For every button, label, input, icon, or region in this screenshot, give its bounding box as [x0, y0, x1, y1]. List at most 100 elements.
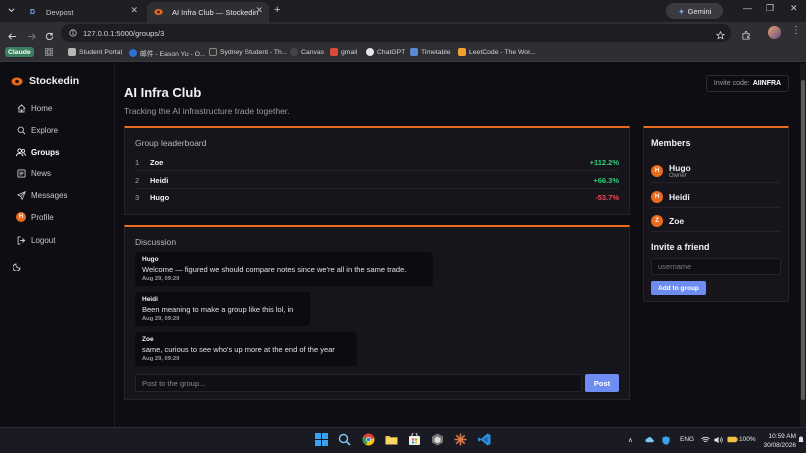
leaderboard-rank: 3: [135, 193, 140, 202]
stockedin-favicon-icon: [153, 7, 164, 18]
message-author: Zoe: [142, 336, 154, 343]
tab-ai-infra-club[interactable]: AI Infra Club — Stockedin ✕: [147, 2, 269, 22]
wifi-icon[interactable]: [701, 436, 710, 446]
file-explorer-icon[interactable]: [385, 433, 398, 446]
apps-grid-icon[interactable]: [45, 48, 53, 56]
bookmark-student-portal[interactable]: Student Portal: [68, 48, 122, 56]
tab-title: AI Infra Club — Stockedin: [172, 7, 259, 17]
browser-profile-avatar[interactable]: [768, 26, 781, 39]
username-input[interactable]: [651, 258, 781, 275]
sidebar-item-profile[interactable]: H Profile: [16, 212, 54, 222]
sidebar-item-home[interactable]: Home: [16, 103, 52, 113]
bookmark-email[interactable]: 邮件 - Eason Yu - O...: [129, 48, 206, 58]
member-name: Heidi: [669, 191, 690, 202]
close-window-button[interactable]: ✕: [790, 3, 798, 14]
gemini-button[interactable]: Gemini: [666, 3, 723, 19]
tab-close-icon[interactable]: ✕: [130, 5, 138, 16]
bookmark-label: 邮件 - Eason Yu - O...: [140, 51, 206, 58]
message-text: Welcome — figured we should compare note…: [142, 265, 407, 274]
moon-icon[interactable]: [13, 262, 22, 271]
bookmark-star-icon[interactable]: [715, 27, 726, 45]
leaderboard-name: Zoe: [150, 157, 164, 167]
language-indicator[interactable]: ENG: [680, 436, 694, 443]
url-text: 127.0.0.1:5000/groups/3: [83, 28, 165, 38]
page-subtitle: Tracking the AI infrastructure trade tog…: [124, 106, 290, 116]
member-item[interactable]: H Heidi: [651, 186, 781, 208]
bookmark-canvas[interactable]: Canvas: [290, 48, 324, 56]
sidebar-item-label: News: [31, 168, 52, 178]
bookmark-sydney-student[interactable]: Sydney Student - Th...: [209, 48, 288, 56]
bookmark-favicon-icon: [129, 49, 137, 57]
minimize-button[interactable]: —: [743, 3, 752, 13]
sidebar-item-news[interactable]: News: [16, 168, 51, 178]
extensions-icon[interactable]: [742, 27, 751, 45]
message-text: same, curious to see who's up more at th…: [142, 345, 335, 354]
leaderboard-row: 2 Heidi +66.3%: [135, 172, 619, 189]
member-item[interactable]: Z Zoe: [651, 210, 781, 232]
add-to-group-button[interactable]: Add to group: [651, 281, 706, 295]
member-name: Zoe: [669, 215, 685, 226]
sidebar-item-groups[interactable]: Groups: [16, 147, 59, 157]
clock-date: 30/08/2026: [763, 442, 796, 449]
tab-devpost[interactable]: D Devpost ✕: [22, 2, 144, 22]
windows-start-icon[interactable]: [315, 433, 328, 446]
sidebar-item-label: Groups: [31, 147, 60, 157]
leaderboard-rank: 1: [135, 157, 140, 167]
bookmark-favicon-icon: [410, 48, 418, 56]
invite-friend-title: Invite a friend: [651, 242, 710, 252]
app-icon[interactable]: [431, 433, 444, 446]
sidebar-item-messages[interactable]: Messages: [16, 190, 67, 200]
search-icon[interactable]: [338, 433, 351, 446]
leaderboard-rank: 2: [135, 175, 140, 185]
message-text: Been meaning to make a group like this l…: [142, 305, 294, 314]
gemini-label: Gemini: [687, 6, 712, 16]
invite-code-badge[interactable]: Invite code: AIINFRA: [706, 75, 789, 92]
battery-icon[interactable]: [727, 436, 738, 445]
message-time: Aug 29, 09:29: [142, 276, 180, 282]
leaderboard-row: 3 Hugo -53.7%: [135, 189, 619, 206]
browser-menu-icon[interactable]: ⋮: [791, 25, 801, 36]
tab-search-icon[interactable]: [7, 6, 16, 15]
bookmark-gmail[interactable]: gmail: [330, 48, 357, 56]
sidebar: [0, 63, 115, 427]
new-tab-button[interactable]: +: [274, 4, 280, 16]
maximize-button[interactable]: ❐: [766, 3, 774, 14]
chrome-icon[interactable]: [362, 433, 375, 446]
bookmark-leetcode[interactable]: LeetCode - The Wor...: [458, 48, 536, 56]
message-author: Heidi: [142, 296, 158, 303]
sidebar-item-explore[interactable]: Explore: [16, 125, 58, 135]
site-info-icon[interactable]: [69, 29, 77, 37]
cloud-icon[interactable]: [645, 436, 654, 445]
store-icon[interactable]: [408, 432, 421, 446]
vscode-icon[interactable]: [478, 433, 491, 446]
invite-code-value: AIINFRA: [752, 80, 782, 87]
bookmark-chatgpt[interactable]: ChatGPT: [366, 48, 405, 56]
address-bar[interactable]: 127.0.0.1:5000/groups/3: [61, 24, 731, 42]
sidebar-item-logout[interactable]: Logout: [16, 235, 55, 245]
notification-bell-icon[interactable]: [798, 436, 804, 446]
defender-icon[interactable]: [662, 436, 670, 447]
chatgpt-icon: [366, 48, 374, 56]
tray-chevron-icon[interactable]: ∧: [628, 436, 633, 444]
page-scrollbar-thumb[interactable]: [801, 80, 805, 400]
leaderboard-name: Hugo: [150, 193, 170, 202]
bookmark-timetable[interactable]: Timetable: [410, 48, 451, 56]
member-item[interactable]: H Hugo Owner: [651, 159, 781, 183]
tab-close-icon[interactable]: ✕: [255, 5, 263, 16]
members-title: Members: [651, 138, 691, 148]
leaderboard-title: Group leaderboard: [135, 138, 207, 148]
system-clock[interactable]: 10:59 AM 30/08/2026: [758, 432, 796, 450]
brand[interactable]: Stockedin: [11, 75, 79, 87]
gemini-icon: [677, 7, 685, 15]
sidebar-item-label: Logout: [31, 235, 56, 245]
post-button[interactable]: Post: [585, 374, 619, 392]
bookmark-label: ChatGPT: [377, 48, 406, 56]
post-input[interactable]: [135, 374, 582, 392]
bookmark-label: LeetCode - The Wor...: [469, 48, 536, 56]
send-icon: [16, 190, 26, 200]
bookmark-claude[interactable]: Claude: [5, 47, 34, 57]
claude-icon[interactable]: [454, 433, 467, 446]
gmail-icon: [330, 48, 338, 56]
avatar: H: [651, 190, 663, 203]
volume-icon[interactable]: [714, 436, 723, 446]
